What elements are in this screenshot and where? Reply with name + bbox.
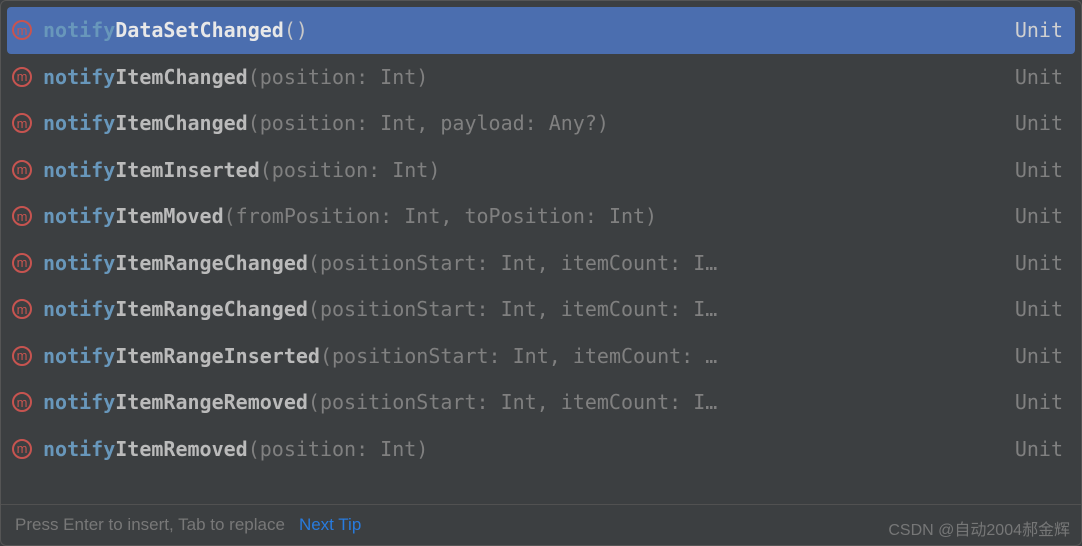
- completion-list: m notifyDataSetChanged() Unit m notifyItemCh…: [1, 1, 1081, 504]
- return-type: Unit: [1015, 251, 1063, 275]
- method-icon: m: [11, 252, 33, 274]
- completion-item[interactable]: m notifyItemRemoved(position: Int) Unit: [1, 426, 1081, 473]
- completion-signature: notifyItemRangeChanged(positionStart: In…: [43, 251, 989, 275]
- completion-item[interactable]: m notifyItemRangeChanged(positionStart: I…: [1, 240, 1081, 287]
- completion-signature: notifyItemChanged(position: Int): [43, 65, 989, 89]
- method-icon: m: [11, 159, 33, 181]
- completion-signature: notifyItemMoved(fromPosition: Int, toPos…: [43, 204, 989, 228]
- completion-item[interactable]: m notifyItemRangeChanged(positionStart: I…: [1, 286, 1081, 333]
- method-icon: m: [11, 345, 33, 367]
- completion-signature: notifyItemRangeInserted(positionStart: I…: [43, 344, 989, 368]
- method-icon: m: [11, 391, 33, 413]
- completion-signature: notifyItemRangeRemoved(positionStart: In…: [43, 390, 989, 414]
- return-type: Unit: [1015, 158, 1063, 182]
- return-type: Unit: [1015, 65, 1063, 89]
- method-icon: m: [11, 205, 33, 227]
- completion-signature: notifyItemRangeChanged(positionStart: In…: [43, 297, 989, 321]
- footer-hint: Press Enter to insert, Tab to replace: [15, 515, 285, 535]
- completion-item[interactable]: m notifyItemInserted(position: Int) Unit: [1, 147, 1081, 194]
- watermark: CSDN @自动2004郝金辉: [888, 516, 1070, 540]
- completion-item[interactable]: m notifyDataSetChanged() Unit: [7, 7, 1075, 54]
- return-type: Unit: [1015, 111, 1063, 135]
- method-icon: m: [11, 438, 33, 460]
- completion-item[interactable]: m notifyItemChanged(position: Int, payloa…: [1, 100, 1081, 147]
- completion-item[interactable]: m notifyItemMoved(fromPosition: Int, toPo…: [1, 193, 1081, 240]
- next-tip-link[interactable]: Next Tip: [299, 515, 361, 535]
- method-icon: m: [11, 112, 33, 134]
- method-icon: m: [11, 298, 33, 320]
- method-icon: m: [11, 66, 33, 88]
- completion-item[interactable]: m notifyItemRangeInserted(positionStart: …: [1, 333, 1081, 380]
- return-type: Unit: [1015, 204, 1063, 228]
- method-icon: m: [11, 19, 33, 41]
- completion-signature: notifyItemInserted(position: Int): [43, 158, 989, 182]
- completion-signature: notifyDataSetChanged(): [43, 18, 989, 42]
- completion-signature: notifyItemChanged(position: Int, payload…: [43, 111, 989, 135]
- return-type: Unit: [1015, 297, 1063, 321]
- return-type: Unit: [1015, 18, 1063, 42]
- completion-signature: notifyItemRemoved(position: Int): [43, 437, 989, 461]
- return-type: Unit: [1015, 390, 1063, 414]
- completion-popup: m notifyDataSetChanged() Unit m notifyItemCh…: [0, 0, 1082, 546]
- completion-item[interactable]: m notifyItemRangeRemoved(positionStart: I…: [1, 379, 1081, 426]
- return-type: Unit: [1015, 437, 1063, 461]
- return-type: Unit: [1015, 344, 1063, 368]
- completion-item[interactable]: m notifyItemChanged(position: Int) Unit: [1, 54, 1081, 101]
